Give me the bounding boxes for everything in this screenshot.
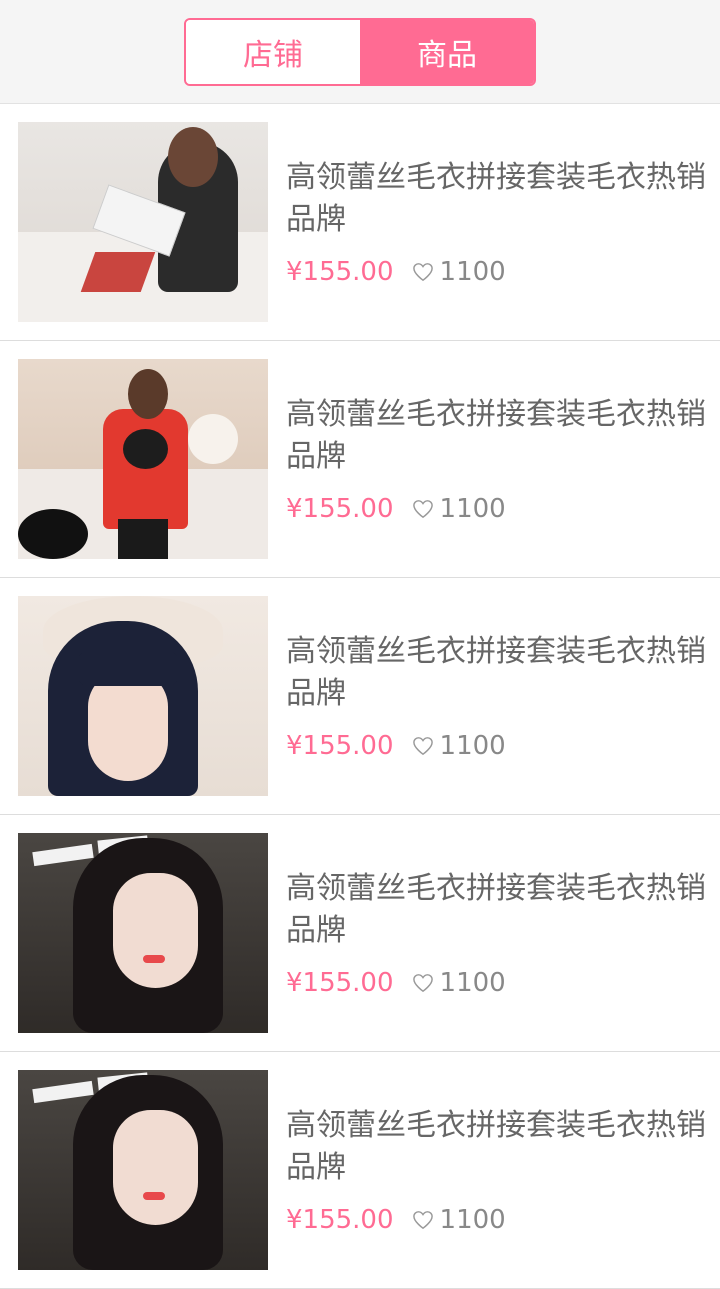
- product-title[interactable]: 高领蕾丝毛衣拼接套装毛衣热销品牌: [286, 868, 706, 952]
- heart-icon: [412, 263, 433, 282]
- heart-icon: [412, 737, 433, 756]
- like-count[interactable]: 1100: [412, 1205, 506, 1235]
- product-price: ¥155.00: [286, 1205, 394, 1235]
- like-count-value: 1100: [439, 731, 506, 761]
- list-item[interactable]: 高领蕾丝毛衣拼接套装毛衣热销品牌 ¥155.00 1100: [0, 104, 720, 341]
- product-list: 高领蕾丝毛衣拼接套装毛衣热销品牌 ¥155.00 1100 高领蕾丝毛衣拼接套装…: [0, 104, 720, 1289]
- product-image[interactable]: [18, 122, 268, 322]
- like-count[interactable]: 1100: [412, 731, 506, 761]
- list-item[interactable]: 高领蕾丝毛衣拼接套装毛衣热销品牌 ¥155.00 1100: [0, 341, 720, 578]
- like-count[interactable]: 1100: [412, 257, 506, 287]
- product-price: ¥155.00: [286, 494, 394, 524]
- product-title[interactable]: 高领蕾丝毛衣拼接套装毛衣热销品牌: [286, 631, 706, 715]
- product-image[interactable]: [18, 359, 268, 559]
- heart-icon: [412, 1211, 433, 1230]
- list-item[interactable]: 高领蕾丝毛衣拼接套装毛衣热销品牌 ¥155.00 1100: [0, 578, 720, 815]
- product-image[interactable]: [18, 833, 268, 1033]
- like-count[interactable]: 1100: [412, 494, 506, 524]
- heart-icon: [412, 974, 433, 993]
- list-item[interactable]: 高领蕾丝毛衣拼接套装毛衣热销品牌 ¥155.00 1100: [0, 1052, 720, 1289]
- product-image[interactable]: [18, 1070, 268, 1270]
- product-title[interactable]: 高领蕾丝毛衣拼接套装毛衣热销品牌: [286, 157, 706, 241]
- like-count[interactable]: 1100: [412, 968, 506, 998]
- product-image[interactable]: [18, 596, 268, 796]
- list-item[interactable]: 高领蕾丝毛衣拼接套装毛衣热销品牌 ¥155.00 1100: [0, 815, 720, 1052]
- like-count-value: 1100: [439, 494, 506, 524]
- tab-shop[interactable]: 店铺: [186, 19, 360, 84]
- heart-icon: [412, 500, 433, 519]
- top-bar: 店铺 商品: [0, 0, 720, 104]
- product-price: ¥155.00: [286, 257, 394, 287]
- like-count-value: 1100: [439, 1205, 506, 1235]
- like-count-value: 1100: [439, 968, 506, 998]
- like-count-value: 1100: [439, 257, 506, 287]
- segmented-control: 店铺 商品: [184, 17, 536, 86]
- product-title[interactable]: 高领蕾丝毛衣拼接套装毛衣热销品牌: [286, 1105, 706, 1189]
- tab-products[interactable]: 商品: [360, 19, 534, 84]
- product-price: ¥155.00: [286, 968, 394, 998]
- product-price: ¥155.00: [286, 731, 394, 761]
- product-title[interactable]: 高领蕾丝毛衣拼接套装毛衣热销品牌: [286, 394, 706, 478]
